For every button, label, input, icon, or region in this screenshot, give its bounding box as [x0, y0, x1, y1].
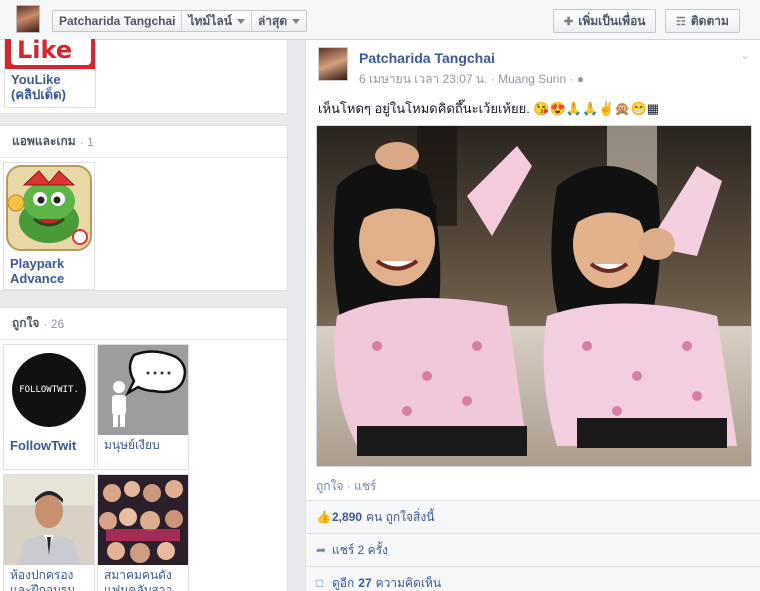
- like-link[interactable]: ถูกใจ: [316, 479, 343, 493]
- silent-person-image: [98, 345, 188, 435]
- app-tile-youlike[interactable]: Like YouLike (คลิปเด็ด): [4, 39, 96, 108]
- liked-page-label[interactable]: มนุษย์เงียบ: [98, 435, 188, 456]
- more-comments-count: 27: [358, 576, 372, 590]
- post-author-name[interactable]: Patcharida Tangchai: [359, 50, 495, 66]
- liked-page-tile[interactable]: ห้องปกครอง และฝึกอบรม: [3, 474, 95, 591]
- view-more-comments[interactable]: □ ดูอีก 27 ความคิดเห็น: [306, 566, 760, 591]
- apps-box-partial: Like YouLike (คลิปเด็ด): [0, 39, 288, 114]
- app-label[interactable]: YouLike (คลิปเด็ด): [5, 69, 95, 105]
- count-value: 26: [50, 316, 65, 331]
- profile-avatar-small[interactable]: [16, 5, 40, 33]
- count-value: 1: [87, 134, 94, 149]
- profile-top-bar: Patcharida Tangchai ไทม์ไลน์ ล่าสุด ✚ เพ…: [0, 0, 760, 40]
- celebrity-collage-image: [98, 475, 188, 565]
- post-options-chevron-icon[interactable]: ⌄: [740, 48, 750, 62]
- follow-button[interactable]: ☶ ติดตาม: [665, 9, 740, 33]
- like-logo-text: Like: [11, 39, 91, 65]
- shares-text[interactable]: แชร์ 2 ครั้ง: [332, 541, 388, 560]
- add-friend-label: เพิ่มเป็นเพื่อน: [578, 13, 646, 28]
- post-actions: ถูกใจ · แชร์: [316, 477, 376, 496]
- app-label[interactable]: Playpark Advance: [4, 253, 94, 289]
- thumbs-up-icon: 👍: [316, 510, 331, 524]
- add-friend-button[interactable]: ✚ เพิ่มเป็นเพื่อน: [553, 9, 657, 33]
- youlike-logo: Like: [5, 39, 95, 69]
- apps-games-header[interactable]: แอพและเกม · 1: [0, 126, 287, 158]
- timeline-post: Patcharida Tangchai 6 เมษายน เวลา 23:07 …: [305, 40, 760, 591]
- likes-header[interactable]: ถูกใจ · 26: [0, 308, 287, 340]
- likes-box: ถูกใจ · 26 FOLLOWTWIT. FollowTwit มนุษย์…: [0, 307, 288, 591]
- more-comments-prefix: ดูอีก: [332, 575, 355, 590]
- share-link[interactable]: แชร์: [354, 479, 376, 493]
- breadcrumb: Patcharida Tangchai ไทม์ไลน์ ล่าสุด: [52, 10, 308, 32]
- app-tile-playpark[interactable]: Playpark Advance: [3, 162, 95, 290]
- liked-page-label[interactable]: ห้องปกครอง และฝึกอบรม: [4, 565, 94, 591]
- meta-separator: ·: [569, 72, 577, 86]
- breadcrumb-profile-name[interactable]: Patcharida Tangchai: [53, 11, 183, 31]
- followtwit-logo-text: FOLLOWTWIT.: [12, 353, 86, 427]
- comment-icon: □: [316, 576, 324, 590]
- post-location[interactable]: Muang Surin: [498, 72, 566, 86]
- recent-dropdown[interactable]: ล่าสุด: [252, 11, 306, 31]
- action-separator: ·: [346, 479, 355, 493]
- followtwit-logo: FOLLOWTWIT.: [4, 345, 94, 435]
- section-title: แอพและเกม: [12, 134, 76, 148]
- section-count: · 26: [43, 316, 65, 331]
- post-text: เห็นโหดๆ อยู่ในโหมดคิดถึ๊นะเว้ยเห้ยย. 😘😍…: [318, 101, 660, 116]
- add-friend-icon: ✚: [564, 15, 574, 28]
- liked-page-tile[interactable]: มนุษย์เงียบ: [97, 344, 189, 470]
- liked-page-label[interactable]: FollowTwit: [4, 435, 94, 456]
- playpark-app-icon: [4, 163, 94, 253]
- shares-summary[interactable]: ➦ แชร์ 2 ครั้ง: [306, 533, 760, 566]
- likes-suffix: คน ถูกใจสิ่งนี้: [366, 509, 435, 524]
- apps-games-box: แอพและเกม · 1 Playpark Advance: [0, 125, 288, 291]
- more-comments-suffix: ความคิดเห็น: [375, 575, 442, 590]
- section-count: · 1: [79, 134, 94, 149]
- share-arrow-icon: ➦: [316, 543, 327, 557]
- post-meta: 6 เมษายน เวลา 23:07 น. · Muang Surin · ●: [359, 70, 584, 89]
- chevron-down-icon: [292, 18, 301, 24]
- likes-summary[interactable]: 👍 2,890 คน ถูกใจสิ่งนี้: [306, 500, 760, 533]
- liked-page-tile[interactable]: FOLLOWTWIT. FollowTwit: [3, 344, 95, 470]
- liked-page-label[interactable]: สมาคมคนดัง แฟนคลับสาว: [98, 565, 188, 591]
- privacy-globe-icon[interactable]: ●: [577, 72, 584, 86]
- meta-separator: ·: [490, 72, 499, 86]
- post-timestamp[interactable]: 6 เมษายน เวลา 23:07 น.: [359, 72, 487, 86]
- officer-portrait-image: [4, 475, 94, 565]
- timeline-label: ไทม์ไลน์: [188, 13, 232, 28]
- recent-label: ล่าสุด: [257, 13, 288, 28]
- chevron-down-icon: [236, 18, 245, 24]
- post-photo[interactable]: [316, 125, 752, 467]
- rss-icon: ☶: [676, 15, 686, 28]
- liked-page-tile[interactable]: สมาคมคนดัง แฟนคลับสาว: [97, 474, 189, 591]
- section-title: ถูกใจ: [12, 316, 40, 330]
- likes-count[interactable]: 2,890: [332, 510, 362, 524]
- post-author-avatar[interactable]: [318, 47, 348, 81]
- timeline-dropdown[interactable]: ไทม์ไลน์: [182, 11, 252, 31]
- follow-label: ติดตาม: [690, 13, 729, 28]
